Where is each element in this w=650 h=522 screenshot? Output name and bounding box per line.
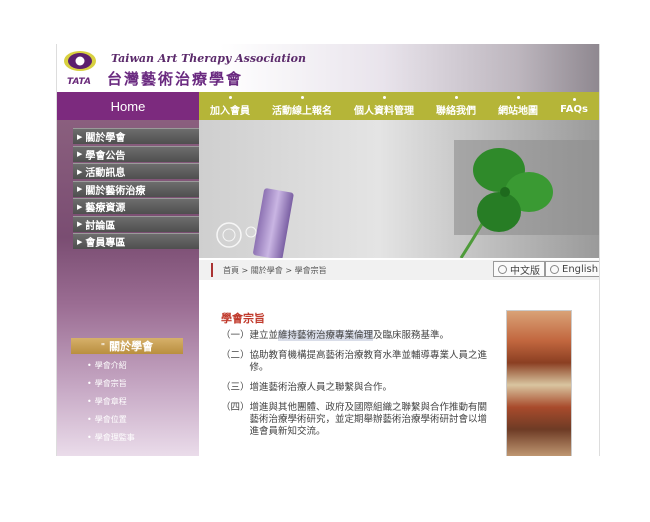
arrow-right-icon: ▶ bbox=[77, 185, 83, 193]
nav-join-member[interactable]: 加入會員 bbox=[210, 95, 250, 117]
breadcrumb[interactable]: 首頁 > 關於學會 > 學會宗旨 bbox=[223, 265, 327, 276]
arrow-right-icon: ▶ bbox=[77, 220, 83, 228]
language-chinese-button[interactable]: 中文版 bbox=[493, 261, 545, 277]
sidebar-section-title: " 關於學會 bbox=[71, 338, 183, 354]
radio-circle-icon bbox=[550, 264, 559, 274]
top-navigation: 加入會員 活動線上報名 個人資料管理 聯絡我們 網站地圖 FAQs bbox=[199, 92, 599, 120]
logo-abbreviation: TATA bbox=[67, 77, 91, 87]
sidebar-item-label: 藝療資源 bbox=[85, 203, 126, 214]
list-item-text: 建立並維持藝術治療專業倫理及臨床服務基準。 bbox=[250, 330, 491, 342]
submenu-label: 學會位置 bbox=[94, 415, 127, 424]
section-title-text: 關於學會 bbox=[109, 340, 154, 353]
sidebar-item-label: 關於學會 bbox=[85, 133, 126, 144]
nav-online-registration[interactable]: 活動線上報名 bbox=[272, 95, 332, 117]
list-item-number: （三） bbox=[221, 382, 250, 393]
sidebar-item-announcements[interactable]: ▶ 學會公告 bbox=[73, 145, 199, 162]
sidebar-item-forum[interactable]: ▶ 討論區 bbox=[73, 215, 199, 232]
breadcrumb-bar: 首頁 > 關於學會 > 學會宗旨 中文版 English bbox=[199, 260, 599, 280]
bullet-icon: • bbox=[87, 361, 92, 370]
site-header: TATA Taiwan Art Therapy Association 台灣藝術… bbox=[57, 44, 599, 92]
sidebar-item-members[interactable]: ▶ 會員專區 bbox=[73, 233, 199, 249]
submenu-label: 學會章程 bbox=[94, 397, 127, 406]
submenu-item-charter[interactable]: • 學會章程 bbox=[87, 396, 135, 407]
arrow-right-icon: ▶ bbox=[77, 167, 83, 176]
list-item-text: 增進與其他團體、政府及國際組織之聯繫與合作推動有關藝術治療學術研究，並定期舉辦藝… bbox=[249, 402, 488, 437]
eye-logo-icon bbox=[64, 51, 96, 71]
list-item-number: （二） bbox=[221, 350, 250, 361]
nav-faqs[interactable]: FAQs bbox=[560, 97, 588, 115]
arrow-right-icon: ▶ bbox=[77, 202, 83, 211]
logo-english-name: Taiwan Art Therapy Association bbox=[111, 52, 306, 65]
nav-contact-us[interactable]: 聯絡我們 bbox=[436, 95, 476, 117]
language-chinese-label: 中文版 bbox=[510, 265, 540, 277]
bullet-icon: • bbox=[87, 415, 92, 424]
list-item-text: 協助教育機構提高藝術治療教育水準並輔導專業人員之進修。 bbox=[249, 350, 488, 373]
list-item-number: （一） bbox=[221, 330, 250, 341]
sidebar-item-label: 會員專區 bbox=[85, 238, 126, 249]
logo-chinese-name: 台灣藝術治療學會 bbox=[107, 70, 244, 88]
page-title: 學會宗旨 bbox=[221, 312, 265, 325]
sidebar-item-label: 活動訊息 bbox=[85, 168, 126, 179]
sidebar-submenu: • 學會介紹 • 學會宗旨 • 學會章程 • 學會位置 • 學會理監事 bbox=[87, 360, 135, 450]
main-content: 學會宗旨 （一） 建立並維持藝術治療專業倫理及臨床服務基準。 （二） 協助教育機… bbox=[199, 280, 599, 456]
sidebar-item-events[interactable]: ▶ 活動訊息 bbox=[73, 163, 199, 179]
banner-image bbox=[199, 120, 599, 258]
sidebar-item-about[interactable]: ▶ 關於學會 bbox=[73, 128, 199, 144]
list-item-text: 增進藝術治療人員之聯繫與合作。 bbox=[249, 382, 393, 393]
nav-sitemap[interactable]: 網站地圖 bbox=[498, 95, 538, 117]
language-english-button[interactable]: English bbox=[545, 261, 599, 277]
radio-circle-icon bbox=[498, 264, 507, 274]
sidebar: ▶ 關於學會 ▶ 學會公告 ▶ 活動訊息 ▶ 關於藝術治療 ▶ 藝療資源 ▶ 討論區 ▶ 會員… bbox=[57, 120, 199, 456]
bullet-icon: • bbox=[87, 397, 92, 406]
list-item: （二） 協助教育機構提高藝術治療教育水準並輔導專業人員之進修。 bbox=[221, 350, 491, 374]
submenu-item-location[interactable]: • 學會位置 bbox=[87, 414, 135, 425]
submenu-label: 學會理監事 bbox=[94, 433, 135, 442]
abstract-painting-image bbox=[506, 310, 572, 456]
sidebar-item-label: 討論區 bbox=[85, 220, 116, 232]
arrow-right-icon: ▶ bbox=[77, 132, 83, 141]
text-part: 建立並 bbox=[249, 330, 279, 341]
clover-banner-illustration bbox=[199, 120, 599, 258]
list-item-number: （四） bbox=[221, 402, 250, 413]
submenu-item-purpose[interactable]: • 學會宗旨 bbox=[87, 378, 135, 389]
sidebar-item-label: 關於藝術治療 bbox=[85, 185, 146, 197]
nav-profile-management[interactable]: 個人資料管理 bbox=[354, 95, 414, 117]
arrow-right-icon: ▶ bbox=[77, 237, 83, 246]
highlighted-text: 維持藝術治療專業倫理 bbox=[278, 330, 374, 341]
page-frame: TATA Taiwan Art Therapy Association 台灣藝術… bbox=[56, 44, 600, 456]
language-english-label: English bbox=[562, 263, 599, 275]
quote-icon: " bbox=[100, 341, 106, 351]
arrow-right-icon: ▶ bbox=[77, 150, 83, 158]
bullet-icon: • bbox=[87, 433, 92, 442]
submenu-item-intro[interactable]: • 學會介紹 bbox=[87, 360, 135, 371]
list-item: （四） 增進與其他團體、政府及國際組織之聯繫與合作推動有關藝術治療學術研究，並定… bbox=[221, 402, 491, 438]
breadcrumb-marker bbox=[211, 263, 213, 277]
list-item: （三） 增進藝術治療人員之聯繫與合作。 bbox=[221, 382, 491, 394]
list-item: （一） 建立並維持藝術治療專業倫理及臨床服務基準。 bbox=[221, 330, 491, 342]
text-part: 及臨床服務基準。 bbox=[373, 330, 450, 341]
submenu-item-board[interactable]: • 學會理監事 bbox=[87, 432, 135, 443]
submenu-label: 學會宗旨 bbox=[94, 379, 127, 388]
sidebar-menu: ▶ 關於學會 ▶ 學會公告 ▶ 活動訊息 ▶ 關於藝術治療 ▶ 藝療資源 ▶ 討論區 ▶ 會員… bbox=[73, 128, 199, 251]
sidebar-item-label: 學會公告 bbox=[85, 150, 126, 162]
home-button[interactable]: Home bbox=[57, 92, 199, 120]
sidebar-item-about-art-therapy[interactable]: ▶ 關於藝術治療 bbox=[73, 180, 199, 197]
bullet-icon: • bbox=[87, 379, 92, 388]
purpose-list: （一） 建立並維持藝術治療專業倫理及臨床服務基準。 （二） 協助教育機構提高藝術… bbox=[221, 330, 491, 446]
sidebar-item-resources[interactable]: ▶ 藝療資源 bbox=[73, 198, 199, 214]
submenu-label: 學會介紹 bbox=[94, 361, 127, 370]
